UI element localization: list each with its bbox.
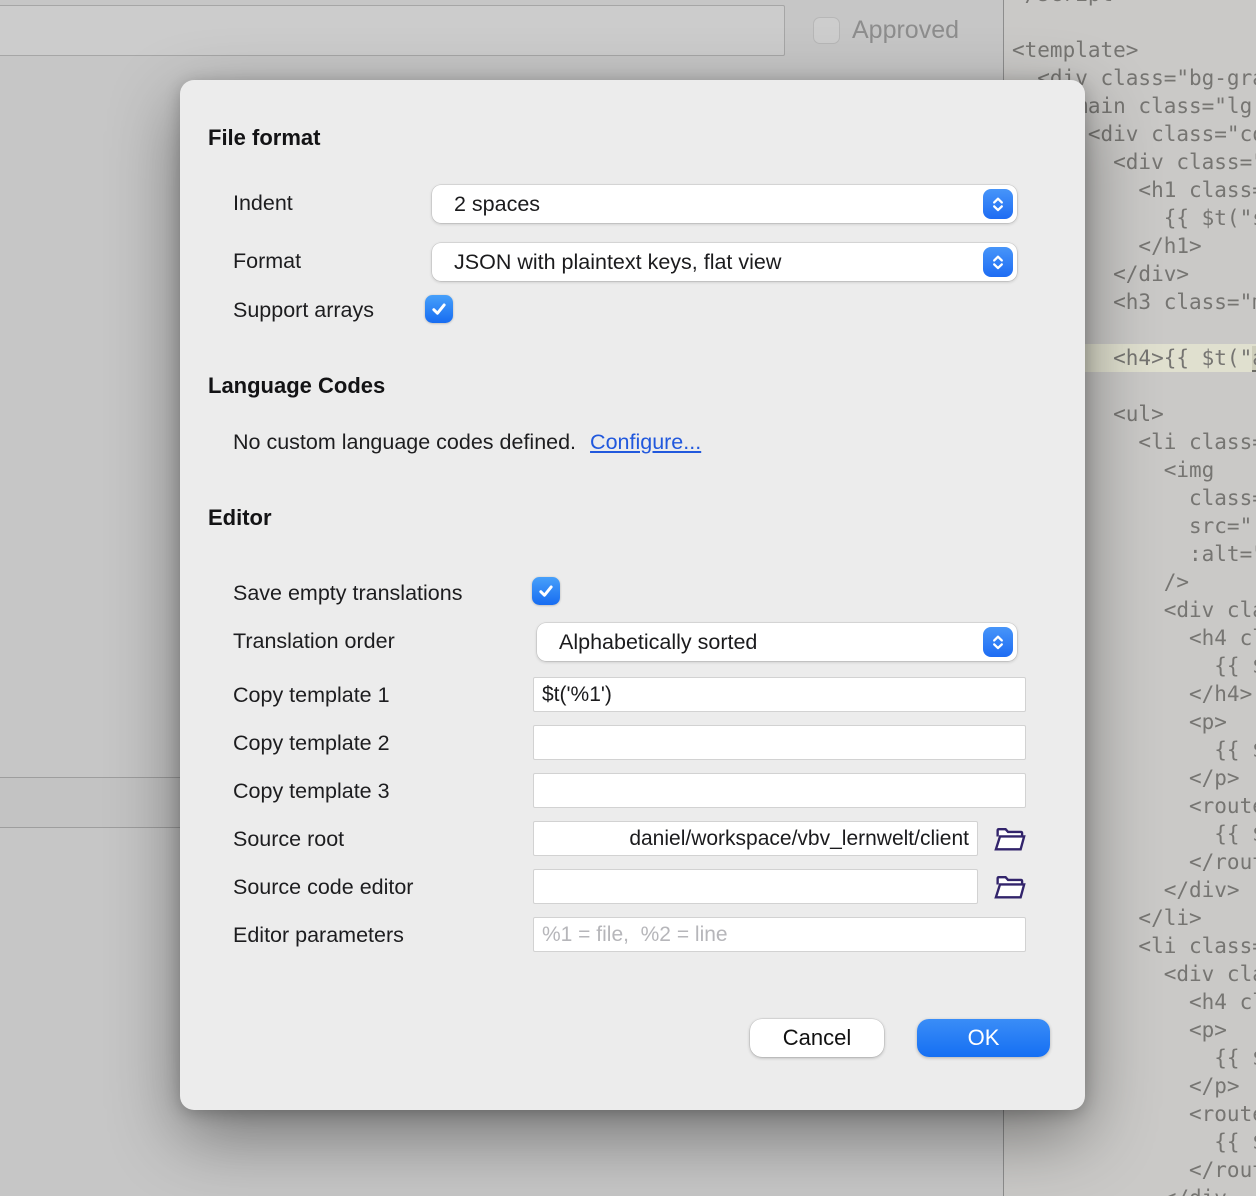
language-codes-heading: Language Codes: [208, 373, 385, 399]
copy-template-3-input[interactable]: [533, 773, 1026, 808]
chevron-up-down-icon: [983, 247, 1013, 277]
format-label: Format: [233, 249, 301, 274]
language-codes-status: No custom language codes defined. Configu…: [233, 430, 701, 455]
copy-template-2-label: Copy template 2: [233, 731, 390, 756]
folder-icon: [993, 872, 1026, 901]
source-root-label: Source root: [233, 827, 344, 852]
support-arrays-checkbox[interactable]: [425, 295, 453, 323]
indent-label: Indent: [233, 191, 293, 216]
copy-template-1-input[interactable]: [533, 677, 1026, 712]
copy-template-3-label: Copy template 3: [233, 779, 390, 804]
editor-parameters-label: Editor parameters: [233, 923, 404, 948]
approved-checkbox[interactable]: [813, 17, 840, 44]
source-code-editor-label: Source code editor: [233, 875, 413, 900]
save-empty-translations-checkbox[interactable]: [532, 577, 560, 605]
source-code-editor-browse-button[interactable]: [991, 870, 1027, 902]
editor-heading: Editor: [208, 505, 272, 531]
code-line: </div: [1004, 1184, 1256, 1196]
support-arrays-label: Support arrays: [233, 298, 374, 323]
indent-select[interactable]: 2 spaces: [432, 185, 1017, 223]
code-line: [1004, 8, 1256, 36]
configure-link[interactable]: Configure...: [590, 430, 701, 454]
translation-order-label: Translation order: [233, 629, 395, 654]
copy-template-1-label: Copy template 1: [233, 683, 390, 708]
approved-label: Approved: [852, 16, 959, 45]
code-line: </route: [1004, 1156, 1256, 1184]
format-select-value: JSON with plaintext keys, flat view: [454, 250, 781, 275]
translation-key-highlight: a.: [1252, 346, 1256, 372]
code-line: <template>: [1004, 36, 1256, 64]
code-line: {{ $t: [1004, 1128, 1256, 1156]
format-select[interactable]: JSON with plaintext keys, flat view: [432, 243, 1017, 281]
folder-icon: [993, 824, 1026, 853]
save-empty-translations-label: Save empty translations: [233, 581, 462, 606]
no-language-codes-text: No custom language codes defined.: [233, 430, 576, 454]
translation-order-select[interactable]: Alphabetically sorted: [537, 623, 1017, 661]
background-text-field[interactable]: [0, 5, 785, 56]
settings-dialog: File format Indent 2 spaces Format JSON …: [180, 80, 1085, 1110]
cancel-button[interactable]: Cancel: [750, 1019, 884, 1057]
source-code-editor-input[interactable]: [533, 869, 978, 904]
source-root-input[interactable]: [533, 821, 978, 856]
checkmark-icon: [430, 300, 448, 318]
source-root-browse-button[interactable]: [991, 822, 1027, 854]
translation-order-select-value: Alphabetically sorted: [559, 630, 757, 655]
chevron-up-down-icon: [983, 189, 1013, 219]
editor-parameters-input[interactable]: [533, 917, 1026, 952]
code-line: </script>: [1004, 0, 1256, 8]
file-format-heading: File format: [208, 125, 320, 151]
checkmark-icon: [537, 582, 555, 600]
chevron-up-down-icon: [983, 627, 1013, 657]
indent-select-value: 2 spaces: [454, 192, 540, 217]
ok-button[interactable]: OK: [917, 1019, 1050, 1057]
copy-template-2-input[interactable]: [533, 725, 1026, 760]
